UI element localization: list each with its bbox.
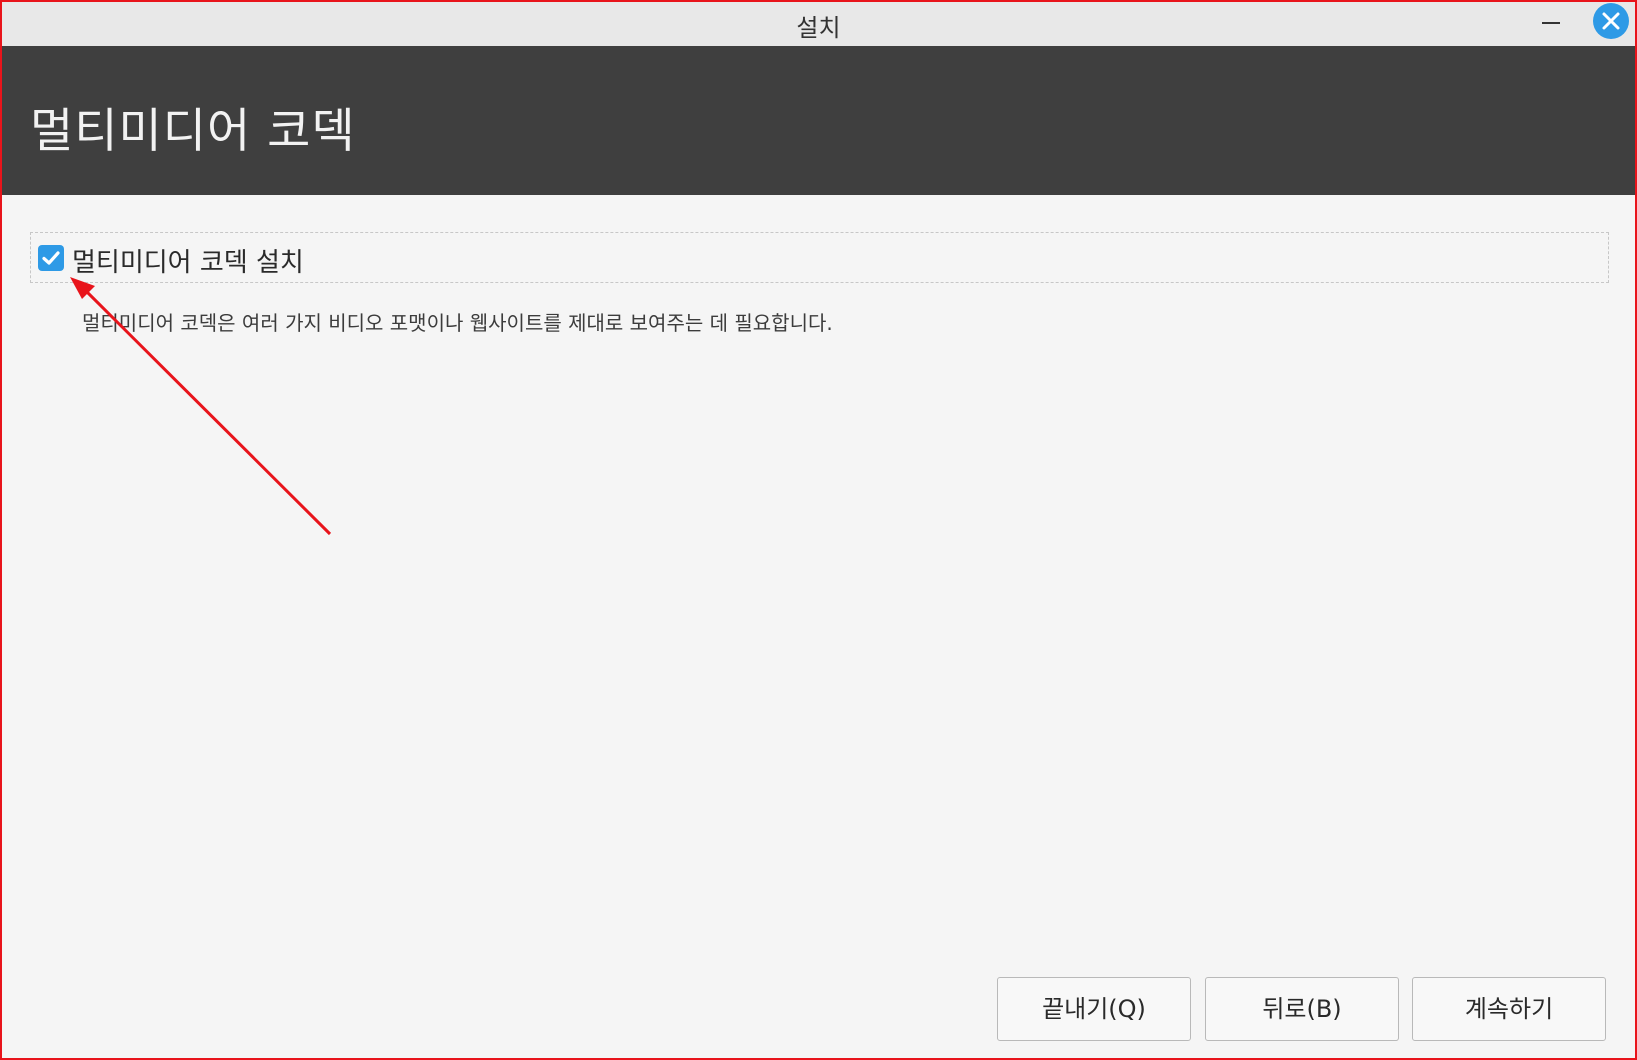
page-header: 멀티미디어 코덱 [2,46,1635,195]
install-codecs-checkbox[interactable] [38,245,64,271]
back-button[interactable]: 뒤로(B) [1205,977,1399,1041]
minimize-icon[interactable] [1542,22,1560,24]
installer-window: 설치 멀티미디어 코덱 멀티미디어 코덱 설치 멀티미디어 코덱은 여러 가지 … [0,0,1637,1060]
continue-button[interactable]: 계속하기 [1412,977,1606,1041]
option-description: 멀티미디어 코덱은 여러 가지 비디오 포맷이나 웹사이트를 제대로 보여주는 … [82,311,833,335]
page-title: 멀티미디어 코덱 [30,104,356,159]
window-title: 설치 [796,14,841,42]
quit-button[interactable]: 끝내기(Q) [997,977,1191,1041]
install-codecs-label[interactable]: 멀티미디어 코덱 설치 [72,242,304,279]
install-codecs-option[interactable]: 멀티미디어 코덱 설치 [30,232,1609,283]
checkmark-icon [42,251,60,265]
close-icon [1602,12,1620,30]
title-bar: 설치 [2,2,1635,46]
close-button[interactable] [1593,3,1629,39]
